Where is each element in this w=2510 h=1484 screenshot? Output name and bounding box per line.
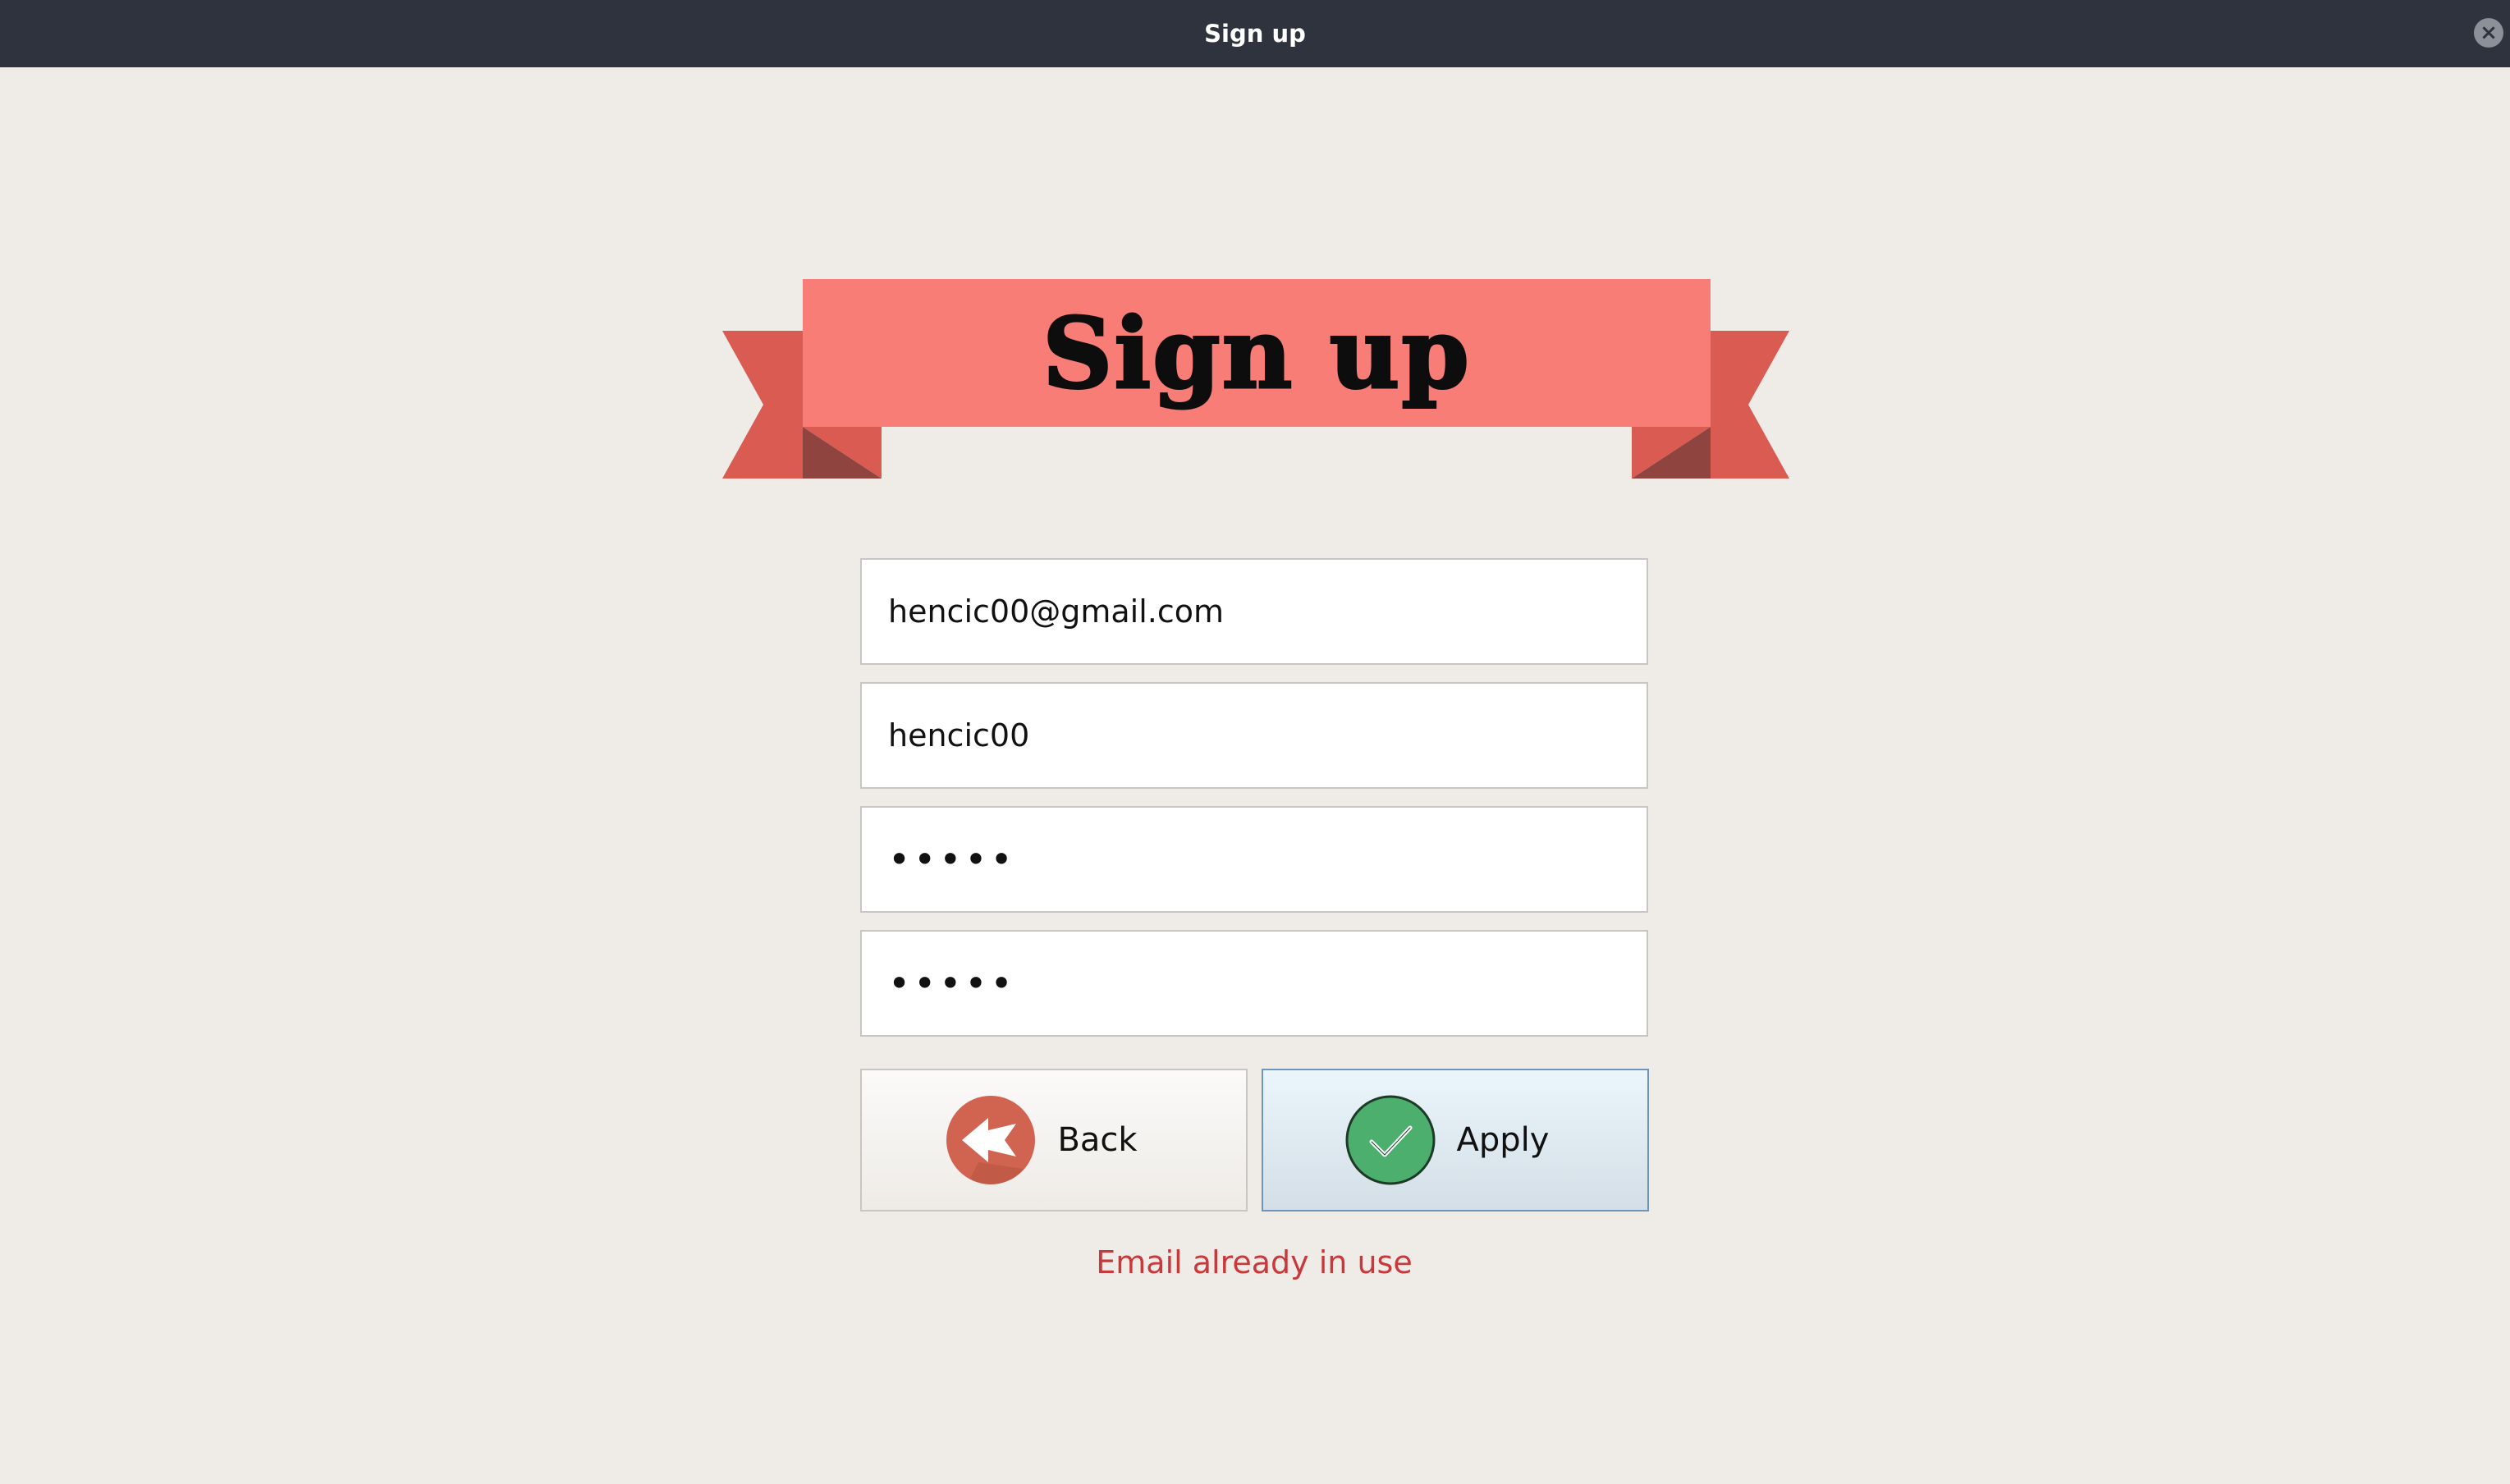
back-button[interactable]: Back bbox=[860, 1069, 1248, 1211]
password-field[interactable]: ••••• bbox=[860, 806, 1648, 913]
error-message: Email already in use bbox=[1096, 1244, 1413, 1280]
close-icon[interactable]: × bbox=[2474, 18, 2503, 48]
checkmark-icon bbox=[1345, 1095, 1436, 1185]
apply-button[interactable]: Apply bbox=[1262, 1069, 1649, 1211]
email-field[interactable]: hencic00@gmail.com bbox=[860, 558, 1648, 665]
username-field[interactable]: hencic00 bbox=[860, 682, 1648, 789]
back-arrow-icon bbox=[946, 1096, 1036, 1184]
page-title: Sign up bbox=[1042, 295, 1471, 411]
confirm-password-field[interactable]: ••••• bbox=[860, 930, 1648, 1037]
window-title: Sign up bbox=[1204, 20, 1306, 48]
close-symbol: × bbox=[2480, 21, 2498, 45]
window-titlebar: Sign up × bbox=[0, 0, 2510, 67]
sign-up-banner: Sign up bbox=[722, 279, 1789, 480]
back-button-label: Back bbox=[1057, 1121, 1138, 1159]
apply-button-label: Apply bbox=[1456, 1121, 1550, 1159]
